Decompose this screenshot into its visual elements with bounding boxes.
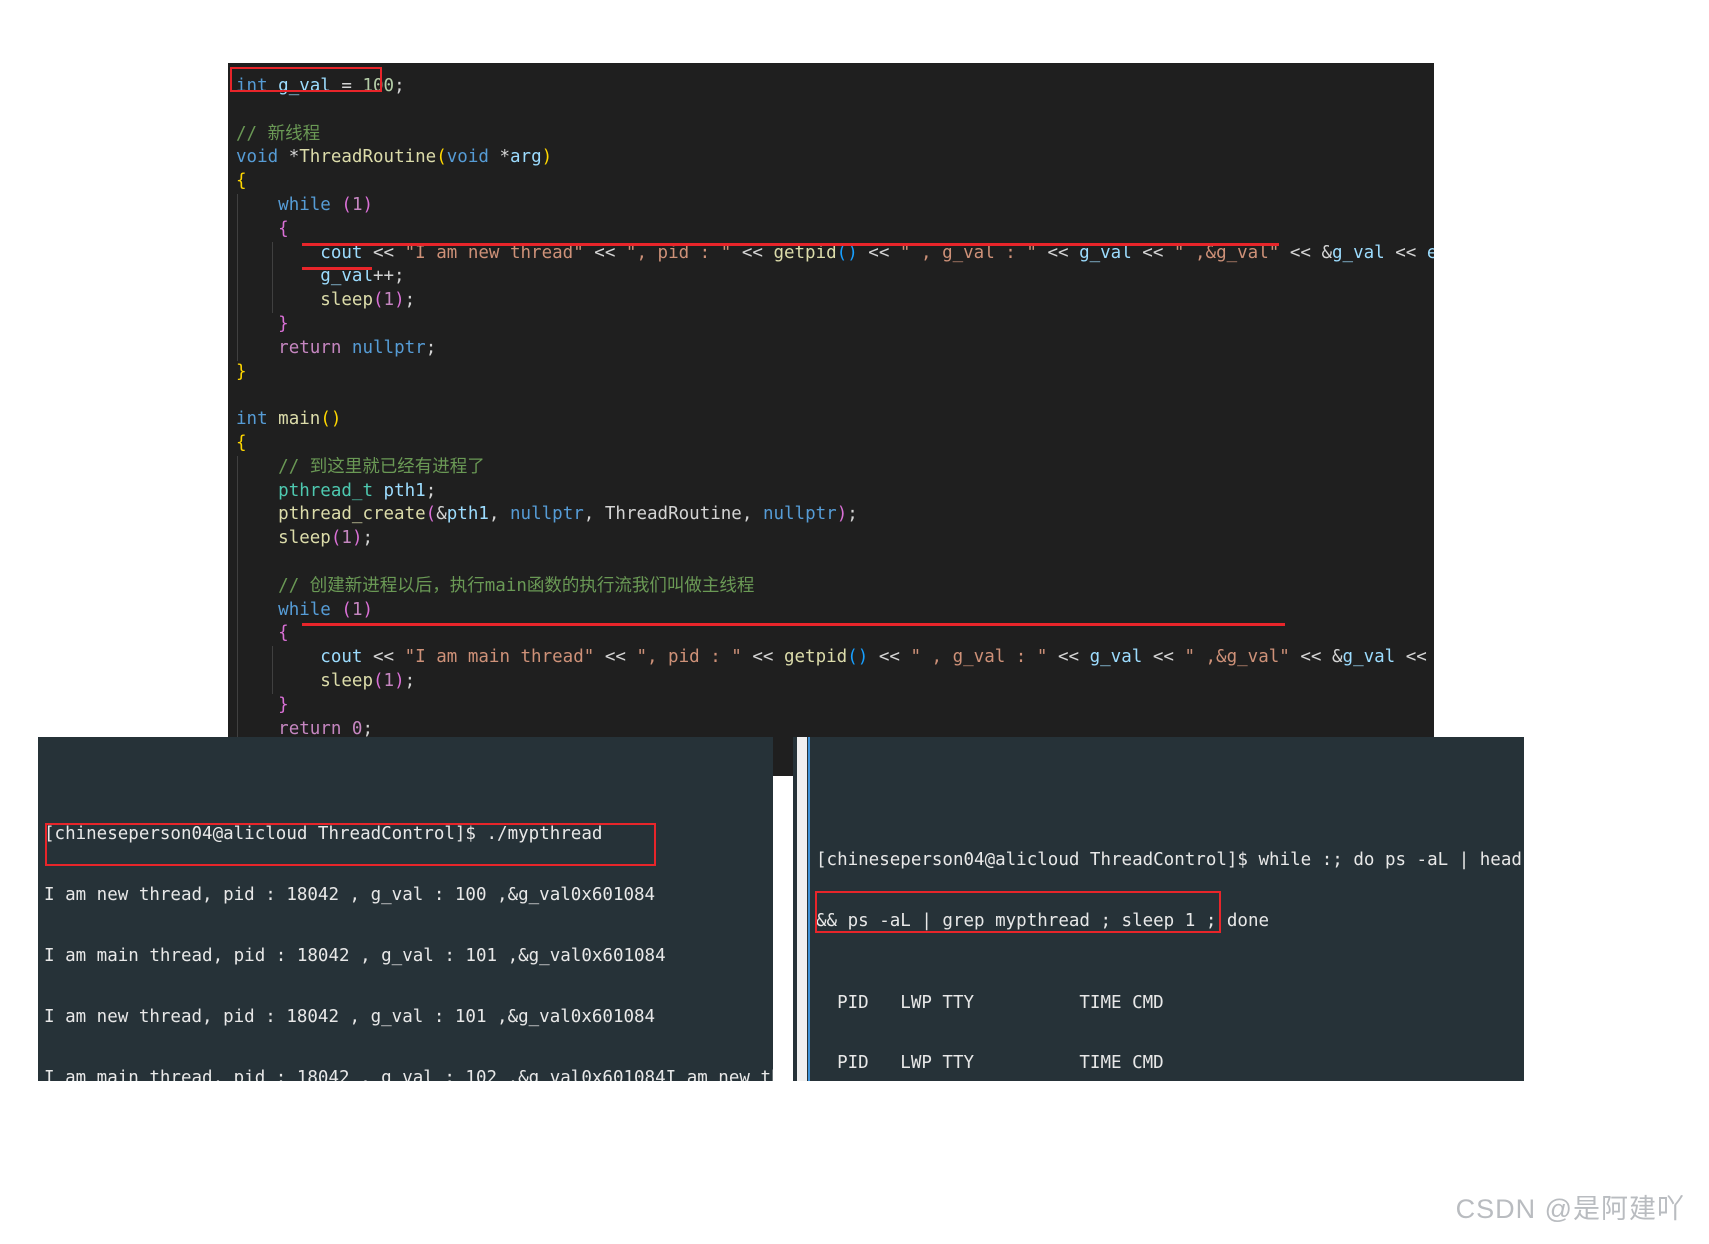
terminal-prompt-line: [chineseperson04@alicloud ThreadControl]… — [44, 824, 769, 844]
code-line: } — [228, 312, 1434, 337]
code-line: } — [236, 361, 247, 382]
code-line: { — [228, 217, 1434, 242]
terminal-prompt: [chineseperson04@alicloud ThreadControl]… — [44, 824, 487, 845]
terminal-command: while :; do ps -aL | head -1 — [1258, 850, 1522, 871]
ps-header-row: PID LWP TTY TIME CMD — [816, 992, 1164, 1013]
terminal-left[interactable]: [chineseperson04@alicloud ThreadControl]… — [38, 737, 773, 1081]
screenshot-root: int g_val = 100; // 新线程 void *ThreadRout… — [0, 0, 1709, 1244]
code-line-comment: // 创建新进程以后，执行main函数的执行流我们叫做主线程 — [228, 574, 1434, 599]
terminal-prompt-line: [chineseperson04@alicloud ThreadControl]… — [816, 850, 1522, 871]
code-line-cout-new-thread: cout << "I am new thread" << ", pid : " … — [228, 241, 1434, 266]
code-line: void *ThreadRoutine(void *arg) — [236, 147, 553, 168]
code-line-comment: // 到这里就已经有进程了 — [228, 455, 1434, 480]
code-line: sleep(1); — [228, 527, 1434, 551]
terminal-output-line: I am main thread, pid : 18042 , g_val : … — [44, 945, 666, 966]
code-line: pthread_t pth1; — [228, 479, 1434, 504]
code-line: int g_val = 100; — [236, 76, 405, 96]
code-line-g-val-increment: g_val++; — [228, 265, 1434, 289]
code-line-pthread-create: pthread_create(&pth1, nullptr, ThreadRou… — [228, 503, 1434, 527]
terminal-command-continuation: && ps -aL | grep mypthread ; sleep 1 ; d… — [816, 911, 1270, 932]
code-line: { — [236, 432, 247, 453]
terminal-left-edge — [808, 737, 810, 1081]
code-line: { — [228, 622, 1434, 646]
terminal-output-line: I am main thread, pid : 18042 , g_val : … — [44, 1067, 773, 1081]
code-line: } — [228, 693, 1434, 718]
terminal-scroll-column — [793, 737, 813, 1081]
terminal-command: ./mypthread — [486, 824, 603, 845]
code-line — [228, 550, 1434, 575]
code-editor-panel[interactable]: int g_val = 100; // 新线程 void *ThreadRout… — [228, 63, 1434, 776]
code-line-cout-main-thread: cout << "I am main thread" << ", pid : "… — [228, 646, 1434, 670]
code-line: sleep(1); — [228, 289, 1434, 313]
terminal-left-output: [chineseperson04@alicloud ThreadControl]… — [44, 784, 773, 1081]
code-line: while (1) — [228, 193, 1434, 218]
terminal-scrollbar[interactable] — [797, 737, 807, 1081]
code-line-comment: // 新线程 — [236, 123, 321, 144]
terminal-right[interactable]: [chineseperson04@alicloud ThreadControl]… — [793, 737, 1524, 1081]
csdn-watermark: CSDN @是阿建吖 — [1455, 1194, 1685, 1224]
code-line: while (1) — [228, 598, 1434, 623]
code-line: return nullptr; — [228, 336, 1434, 361]
terminal-prompt: [chineseperson04@alicloud ThreadControl]… — [816, 850, 1259, 871]
ps-header-row: PID LWP TTY TIME CMD — [816, 1053, 1164, 1074]
terminal-output-line: I am new thread, pid : 18042 , g_val : 1… — [44, 1006, 656, 1027]
terminal-output-line: I am new thread, pid : 18042 , g_val : 1… — [44, 885, 656, 906]
code-line: { — [236, 171, 247, 192]
code-line: int main() — [236, 409, 342, 430]
code-line: sleep(1); — [228, 669, 1434, 694]
terminal-right-output: [chineseperson04@alicloud ThreadControl]… — [815, 804, 1522, 1081]
